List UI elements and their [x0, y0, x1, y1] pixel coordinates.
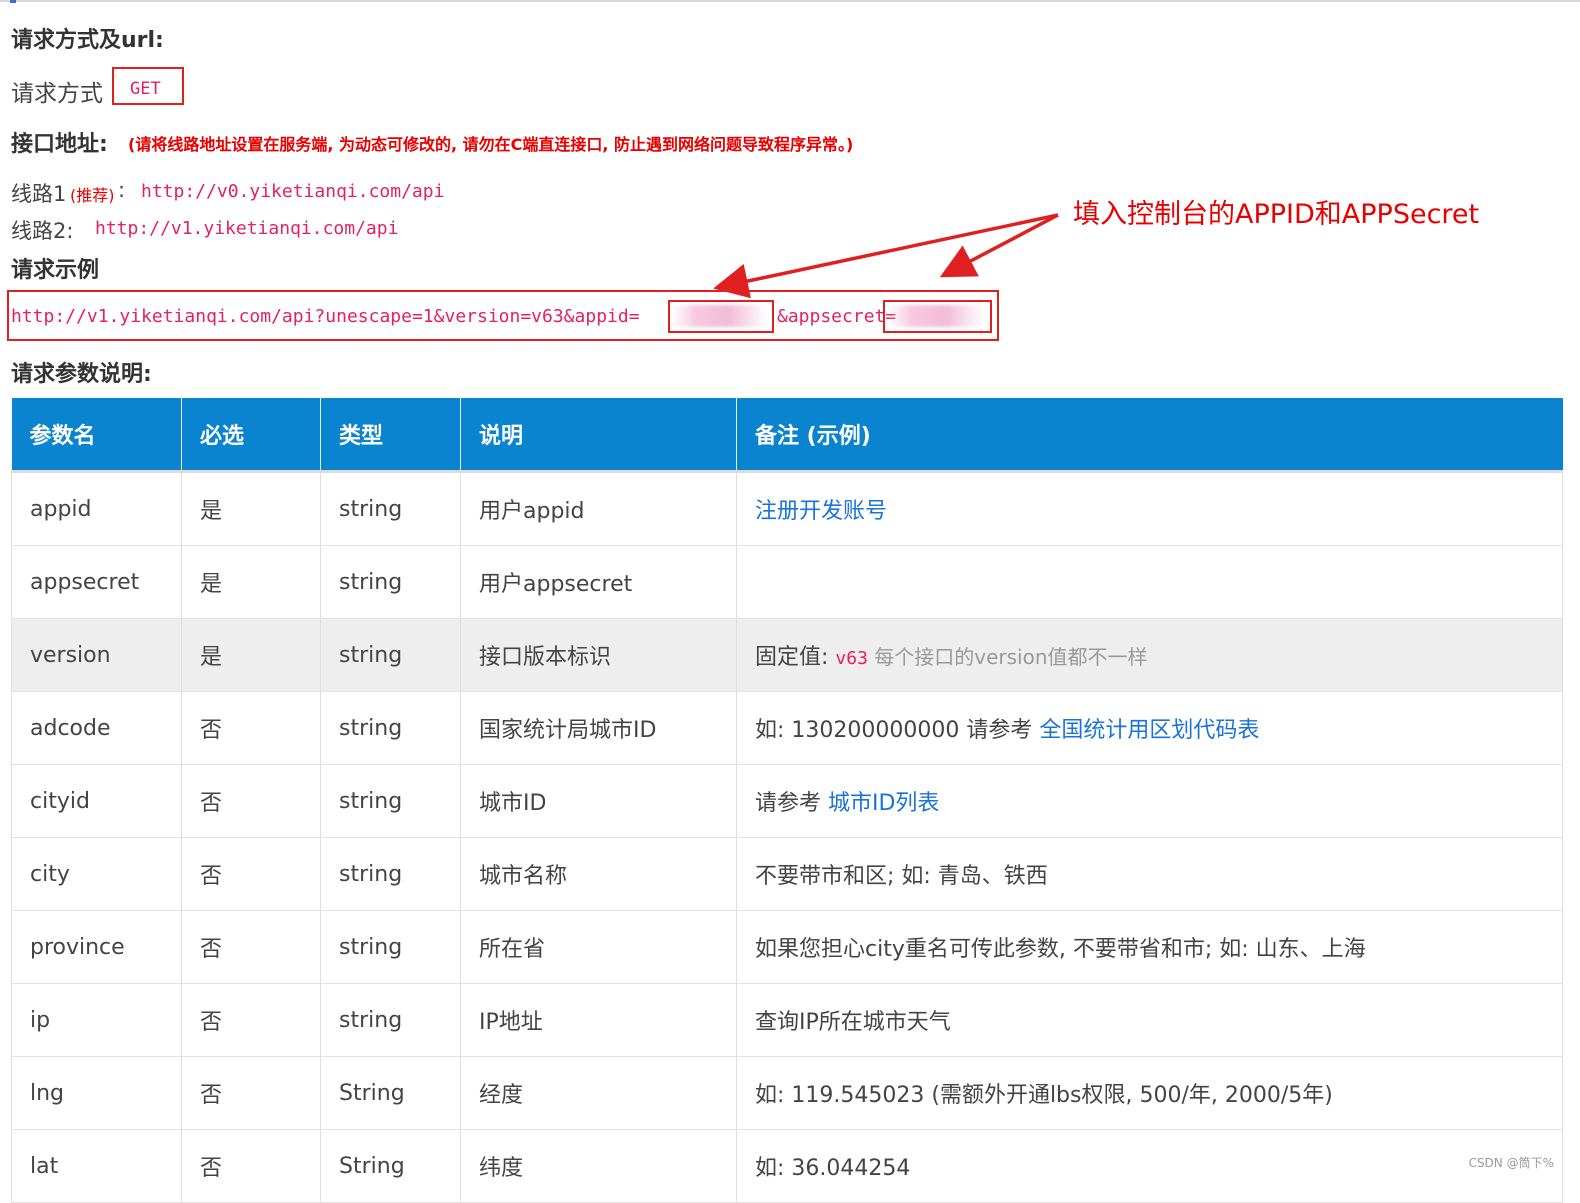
cell-note [736, 545, 1563, 619]
cell-name: lat [11, 1129, 182, 1203]
params-title: 请求参数说明: [11, 362, 152, 387]
header-required: 必选 [181, 398, 321, 472]
cell-name: appsecret [11, 545, 182, 619]
cell-note: 如: 119.545023 (需额外开通lbs权限, 500/年, 2000/5… [736, 1056, 1563, 1130]
version-code: v63 [835, 648, 868, 669]
cell-description: 国家统计局城市ID [460, 691, 737, 765]
cell-type: string [320, 691, 461, 765]
cell-description: 所在省 [460, 910, 737, 984]
cell-note: 固定值: v63 每个接口的version值都不一样 [736, 618, 1563, 692]
cell-description: 城市ID [460, 764, 737, 838]
cell-note: 不要带市和区; 如: 青岛、铁西 [736, 837, 1563, 911]
cell-name: cityid [11, 764, 182, 838]
annotation-arrows [713, 213, 1059, 299]
cell-name: appid [11, 470, 182, 546]
cell-required: 否 [181, 764, 321, 838]
cell-description: 城市名称 [460, 837, 737, 911]
cell-required: 是 [181, 545, 321, 619]
cell-name: city [11, 837, 182, 911]
arrow-to-appsecret [939, 213, 1059, 278]
cell-type: String [320, 1129, 461, 1203]
cell-note: 请参考 城市ID列表 [736, 764, 1563, 838]
watermark: CSDN @筒下% [1468, 1156, 1554, 1170]
header-type: 类型 [320, 398, 461, 472]
table-row: appid 是 string 用户appid 注册开发账号 [11, 470, 1563, 546]
cell-description: 用户appid [460, 470, 737, 546]
note-prefix: 固定值: [755, 645, 836, 670]
cell-description: 经度 [460, 1056, 737, 1130]
cell-description: 用户appsecret [460, 545, 737, 619]
table-row: lng 否 String 经度 如: 119.545023 (需额外开通lbs权… [11, 1056, 1563, 1130]
header-param-name: 参数名 [11, 398, 182, 472]
cell-required: 否 [181, 910, 321, 984]
note-prefix: 如: 130200000000 请参考 [755, 718, 1040, 743]
header-note: 备注 (示例) [736, 398, 1563, 472]
cell-name: province [11, 910, 182, 984]
region-code-link[interactable]: 全国统计用区划代码表 [1039, 718, 1259, 743]
cell-description: 纬度 [460, 1129, 737, 1203]
table-row: appsecret 是 string 用户appsecret [11, 545, 1563, 619]
cell-name: version [11, 618, 182, 692]
cell-required: 否 [181, 1056, 321, 1130]
cell-required: 否 [181, 837, 321, 911]
table-row: version 是 string 接口版本标识 固定值: v63 每个接口的ve… [11, 618, 1563, 692]
cell-name: lng [11, 1056, 182, 1130]
cell-required: 是 [181, 470, 321, 546]
table-row: province 否 string 所在省 如果您担心city重名可传此参数, … [11, 910, 1563, 984]
table-row: city 否 string 城市名称 不要带市和区; 如: 青岛、铁西 [11, 837, 1563, 911]
note-muted: 每个接口的version值都不一样 [867, 645, 1148, 669]
cell-type: string [320, 618, 461, 692]
cell-type: string [320, 837, 461, 911]
cell-description: 接口版本标识 [460, 618, 737, 692]
cell-required: 否 [181, 691, 321, 765]
city-id-list-link[interactable]: 城市ID列表 [828, 791, 939, 816]
table-row: ip 否 string IP地址 查询IP所在城市天气 [11, 983, 1563, 1057]
header-description: 说明 [460, 398, 737, 472]
arrow-to-appid [713, 213, 1059, 299]
cell-note: 注册开发账号 [736, 470, 1563, 546]
cell-note: 如果您担心city重名可传此参数, 不要带省和市; 如: 山东、上海 [736, 910, 1563, 984]
cell-type: string [320, 764, 461, 838]
cell-name: adcode [11, 691, 182, 765]
cell-required: 否 [181, 983, 321, 1057]
table-row: cityid 否 string 城市ID 请参考 城市ID列表 [11, 764, 1563, 838]
cell-required: 否 [181, 1129, 321, 1203]
cell-type: string [320, 910, 461, 984]
cell-name: ip [11, 983, 182, 1057]
cell-note: 查询IP所在城市天气 [736, 983, 1563, 1057]
cell-type: string [320, 983, 461, 1057]
table-row: lat 否 String 纬度 如: 36.044254 [11, 1129, 1563, 1203]
register-account-link[interactable]: 注册开发账号 [755, 499, 887, 524]
cell-required: 是 [181, 618, 321, 692]
cell-type: String [320, 1056, 461, 1130]
cell-description: IP地址 [460, 983, 737, 1057]
cell-note: 如: 36.044254 [736, 1129, 1563, 1203]
cell-type: string [320, 470, 461, 546]
table-header-row: 参数名 必选 类型 说明 备注 (示例) [11, 398, 1563, 472]
cell-note: 如: 130200000000 请参考 全国统计用区划代码表 [736, 691, 1563, 765]
note-prefix: 请参考 [755, 791, 828, 816]
params-table: 参数名 必选 类型 说明 备注 (示例) appid 是 string 用户ap… [11, 398, 1563, 1203]
table-row: adcode 否 string 国家统计局城市ID 如: 13020000000… [11, 691, 1563, 765]
cell-type: string [320, 545, 461, 619]
